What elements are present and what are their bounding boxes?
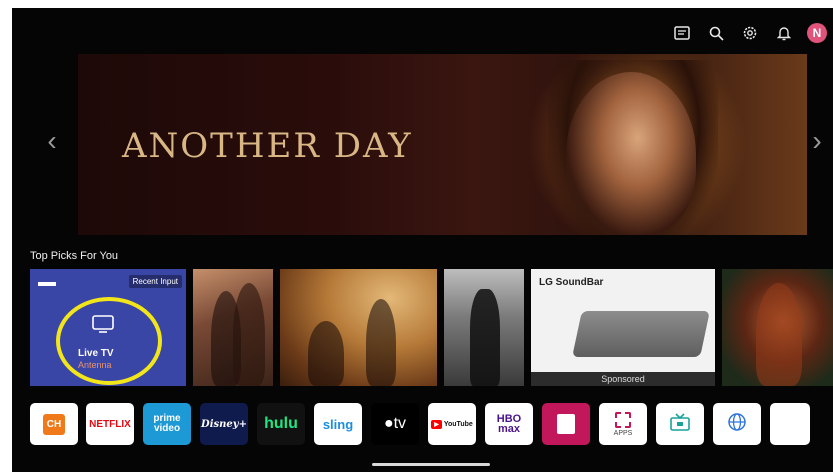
app-sling[interactable]: sling xyxy=(314,403,362,445)
highlight-circle xyxy=(56,297,162,385)
soundbar-ad-card[interactable]: LG SoundBar Sponsored xyxy=(531,269,715,386)
apple-tv-logo: ●tv xyxy=(383,415,407,432)
app-apple-tv[interactable]: ●tv xyxy=(371,403,419,445)
app-disney-plus[interactable]: Disney+ xyxy=(200,403,248,445)
movie-card-desert[interactable] xyxy=(280,269,437,386)
netflix-logo: NETFLIX xyxy=(89,418,131,430)
section-title: Top Picks For You xyxy=(30,250,119,262)
figure-shape xyxy=(756,283,802,386)
figure-shape xyxy=(233,283,265,386)
youtube-logo: ▶ YouTube xyxy=(431,419,473,429)
app-netflix[interactable]: NETFLIX xyxy=(86,403,134,445)
live-tv-card[interactable]: Recent Input Live TV Antenna xyxy=(30,269,186,386)
settings-icon[interactable] xyxy=(739,22,761,44)
guide-icon[interactable] xyxy=(671,22,693,44)
movie-card-lady[interactable] xyxy=(444,269,524,386)
prime-video-logo: prime video xyxy=(153,413,181,434)
hero-title: ANOTHER DAY xyxy=(122,126,413,166)
soundbar-image xyxy=(572,311,710,357)
movie-card-redhair[interactable] xyxy=(722,269,833,386)
app-lg-shop[interactable] xyxy=(542,403,590,445)
apps-label: APPS xyxy=(613,429,633,437)
hero-portrait xyxy=(566,72,696,235)
hulu-logo: hulu xyxy=(264,415,298,432)
app-hbo-max[interactable]: HBO max xyxy=(485,403,533,445)
globe-icon xyxy=(727,412,747,437)
hero-next-arrow[interactable]: › xyxy=(807,125,827,156)
recent-input-badge: Recent Input xyxy=(128,275,182,288)
sling-logo: sling xyxy=(322,416,354,432)
hero-banner[interactable]: ANOTHER DAY xyxy=(78,54,807,235)
top-bar: N xyxy=(671,22,827,44)
sponsored-label: Sponsored xyxy=(531,372,715,386)
hbo-max-logo: HBO max xyxy=(496,413,522,435)
app-ch[interactable]: CH xyxy=(30,403,78,445)
scroll-indicator xyxy=(372,463,490,466)
app-hulu[interactable]: hulu xyxy=(257,403,305,445)
ch-logo: CH xyxy=(42,413,66,435)
search-icon[interactable] xyxy=(705,22,727,44)
top-picks-row: Recent Input Live TV Antenna LG SoundBar… xyxy=(30,269,833,386)
youtube-label: YouTube xyxy=(443,420,473,428)
apps-grid-icon xyxy=(615,411,631,428)
apple-tv-label: tv xyxy=(393,415,407,432)
app-youtube[interactable]: ▶ YouTube xyxy=(428,403,476,445)
tv-home-screen: N ANOTHER DAY ‹ › Top Picks For You Rece… xyxy=(12,8,833,472)
app-tv-input[interactable] xyxy=(656,403,704,445)
user-avatar[interactable]: N xyxy=(807,23,827,43)
figure-shape xyxy=(470,289,500,386)
disney-plus-logo: Disney+ xyxy=(201,418,247,430)
app-prime-video[interactable]: prime video xyxy=(143,403,191,445)
notification-icon[interactable] xyxy=(773,22,795,44)
figure-shape xyxy=(366,299,396,386)
movie-card-couple[interactable] xyxy=(193,269,273,386)
app-web-browser[interactable] xyxy=(713,403,761,445)
hero-prev-arrow[interactable]: ‹ xyxy=(42,125,62,156)
youtube-play-icon: ▶ xyxy=(431,419,442,429)
app-bar: CH NETFLIX prime video Disney+ hulu slin… xyxy=(30,403,833,445)
soundbar-brand: LG SoundBar xyxy=(539,277,604,288)
app-partial[interactable] xyxy=(770,403,810,445)
figure-shape xyxy=(308,321,344,386)
tv-input-icon xyxy=(669,412,691,437)
shop-bag-icon xyxy=(557,414,575,434)
card-tab-marker xyxy=(38,282,56,286)
app-apps[interactable]: APPS xyxy=(599,403,647,445)
